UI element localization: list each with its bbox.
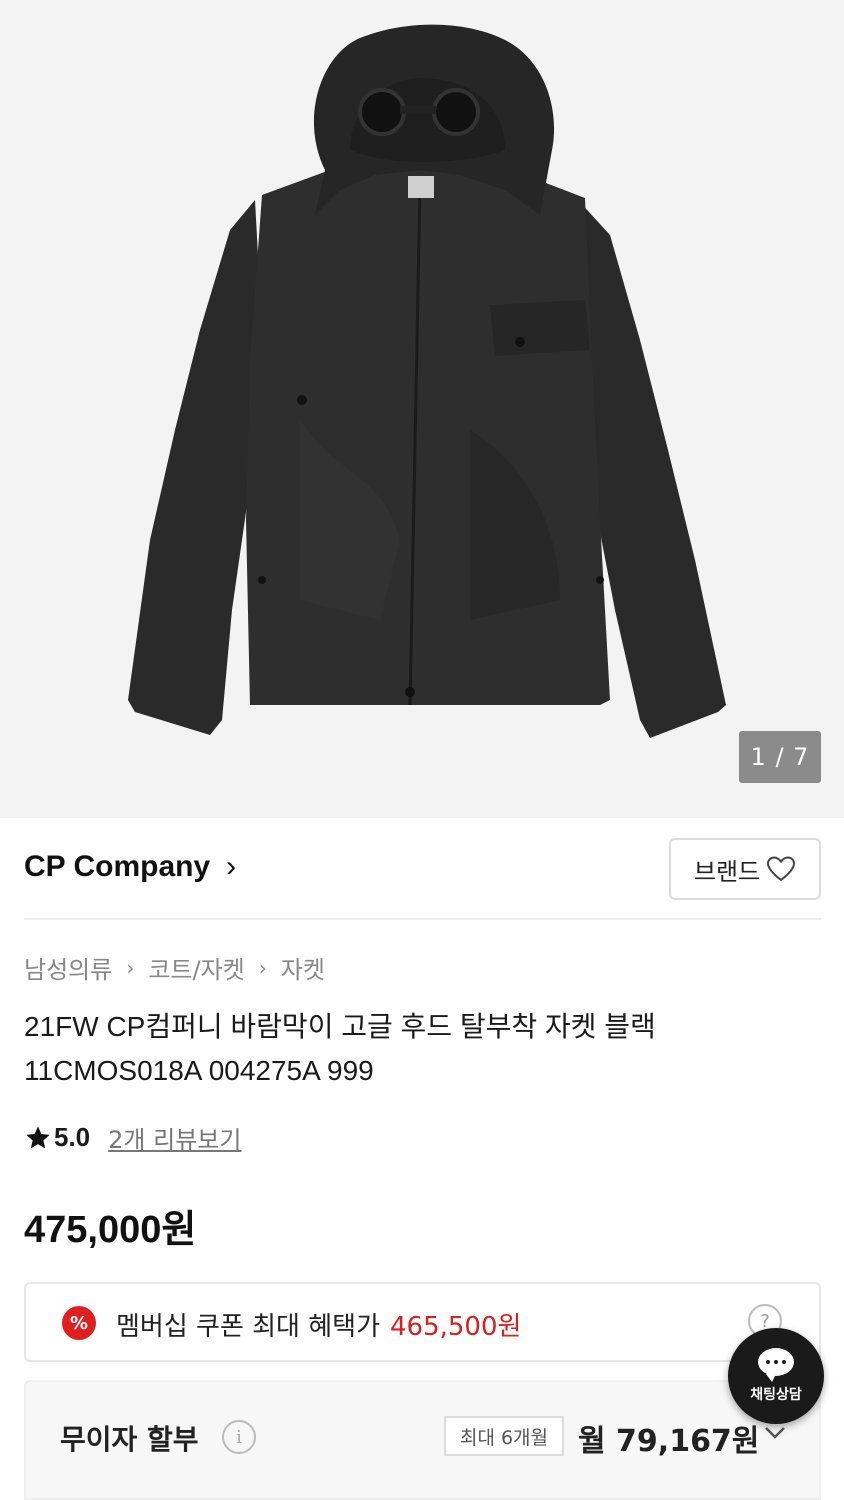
brand-favorite-button[interactable]: 브랜드 [669,838,821,900]
image-page-counter: 1 / 7 [739,731,821,783]
product-image-gallery[interactable]: 1 / 7 [0,0,844,818]
rating-score: 5.0 [54,1122,91,1152]
product-image-jacket [128,24,726,738]
breadcrumb-item-jacket[interactable]: 자켓 [281,950,325,985]
brand-row: CP Company › 브랜드 [24,838,821,902]
chat-bubble-icon [758,1348,794,1382]
chevron-right-icon: › [226,850,237,883]
brand-button-label: 브랜드 [693,857,761,886]
coupon-label-row: 멤버십 쿠폰 최대 혜택가 465,500원 [116,1306,521,1343]
chat-label: 채팅상담 [750,1387,802,1403]
product-price: 475,000원 [24,1209,197,1251]
installment-panel[interactable]: 무이자 할부 i 최대 6개월 월 79,167원 [24,1380,821,1500]
chevron-down-icon[interactable] [762,1422,788,1442]
breadcrumb-separator: › [126,955,135,980]
breadcrumb-separator: › [258,955,267,980]
product-title-line1: 21FW CP컴퍼니 바람막이 고글 후드 탈부착 자켓 블랙 [24,1011,656,1042]
percent-icon: % [62,1306,96,1340]
brand-link[interactable]: CP Company › [24,850,236,884]
divider [24,918,821,920]
info-icon[interactable]: i [222,1420,256,1454]
coupon-label: 멤버십 쿠폰 최대 혜택가 [116,1312,380,1342]
membership-coupon-box[interactable]: % 멤버십 쿠폰 최대 혜택가 465,500원 ? [24,1282,821,1362]
star-icon [26,1125,50,1148]
product-title-line2: 11CMOS018A 004275A 999 [24,1055,374,1086]
brand-name: CP Company [24,850,211,883]
rating-row: 5.0 2개 리뷰보기 [24,1120,241,1155]
breadcrumb-item-coat-jacket[interactable]: 코트/자켓 [148,950,244,985]
coupon-benefit-price: 465,500원 [390,1312,522,1342]
breadcrumb-item-men-clothing[interactable]: 남성의류 [24,950,112,985]
chat-consult-button[interactable]: 채팅상담 [728,1328,824,1424]
installment-monthly-amount: 월 79,167원 [578,1424,760,1459]
breadcrumb: 남성의류 › 코트/자켓 › 자켓 [24,950,325,985]
review-link[interactable]: 2개 리뷰보기 [108,1120,241,1155]
product-title: 21FW CP컴퍼니 바람막이 고글 후드 탈부착 자켓 블랙 11CMOS01… [24,1005,804,1093]
installment-months-badge: 최대 6개월 [444,1416,564,1456]
heart-outline-icon [767,856,796,882]
installment-label: 무이자 할부 [60,1423,199,1456]
